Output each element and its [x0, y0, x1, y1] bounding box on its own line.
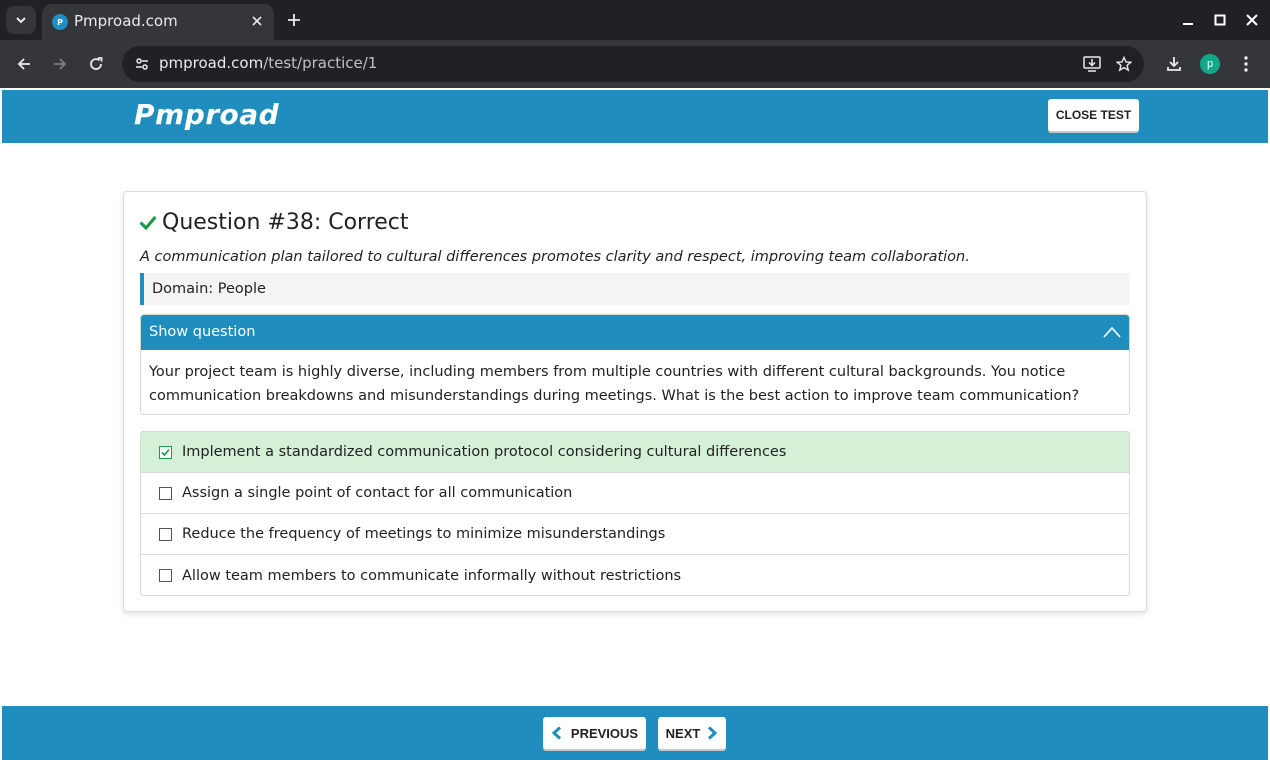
download-icon	[1167, 57, 1181, 71]
back-button[interactable]	[12, 52, 36, 76]
forward-button[interactable]	[48, 52, 72, 76]
minimize-button[interactable]	[1178, 10, 1198, 30]
url-host: pmproad.com	[159, 54, 264, 72]
arrow-left-icon	[17, 58, 30, 70]
tab-search-button[interactable]	[6, 6, 36, 34]
answer-option-1[interactable]: Implement a standardized communication p…	[141, 432, 1129, 473]
maximize-icon	[1214, 14, 1226, 26]
checkbox-icon[interactable]	[159, 486, 172, 500]
star-icon	[1116, 56, 1132, 72]
tab-title: Pmproad.com	[74, 12, 178, 30]
reload-icon	[90, 57, 103, 70]
minimize-icon	[1183, 23, 1193, 25]
previous-button[interactable]: PREVIOUS	[543, 717, 646, 749]
close-window-button[interactable]	[1242, 10, 1262, 30]
checkbox-icon[interactable]	[159, 527, 172, 541]
domain-label: Domain: People	[140, 273, 1130, 305]
page: Pmproad CLOSE TEST Question #38: Correct…	[2, 88, 1268, 760]
navigation-footer: PREVIOUS NEXT	[2, 706, 1268, 760]
chevron-left-icon	[551, 726, 561, 740]
checkmark-icon	[140, 214, 158, 232]
install-icon	[1083, 56, 1101, 72]
browser-tab[interactable]: P Pmproad.com	[42, 4, 274, 40]
question-accordion: Show question Your project team is highl…	[140, 314, 1130, 415]
reload-button[interactable]	[84, 52, 108, 76]
next-label: NEXT	[665, 725, 701, 741]
arrow-right-icon	[54, 58, 67, 70]
answer-option-4[interactable]: Allow team members to communicate inform…	[141, 555, 1129, 595]
profile-avatar[interactable]: p	[1200, 54, 1220, 74]
new-tab-button[interactable]	[284, 10, 304, 30]
answer-explanation: A communication plan tailored to cultura…	[140, 249, 970, 265]
show-question-toggle[interactable]: Show question	[141, 315, 1129, 350]
more-vertical-icon	[1244, 56, 1248, 72]
site-info-button[interactable]	[132, 54, 152, 74]
chevron-right-icon	[708, 726, 718, 740]
answer-option-3[interactable]: Reduce the frequency of meetings to mini…	[141, 514, 1129, 555]
close-tab-button[interactable]	[248, 12, 266, 30]
install-app-button[interactable]	[1082, 54, 1102, 74]
previous-label: PREVIOUS	[570, 725, 639, 741]
browser-toolbar: pmproad.com/test/practice/1 p	[0, 40, 1270, 88]
close-icon	[252, 16, 262, 26]
next-button[interactable]: NEXT	[658, 717, 726, 749]
answer-option-2[interactable]: Assign a single point of contact for all…	[141, 473, 1129, 514]
url-path: /test/practice/1	[263, 54, 378, 72]
downloads-button[interactable]	[1162, 52, 1186, 76]
favicon-icon: P	[52, 14, 68, 30]
question-result-card: Question #38: Correct A communication pl…	[123, 191, 1147, 612]
checkbox-icon[interactable]	[159, 569, 172, 582]
browser-tab-bar: P Pmproad.com	[0, 0, 1270, 40]
plus-icon	[288, 14, 300, 26]
answer-text: Allow team members to communicate inform…	[182, 567, 682, 584]
site-header: Pmproad CLOSE TEST	[2, 90, 1268, 143]
show-question-label: Show question	[149, 324, 256, 340]
answer-text: Implement a standardized communication p…	[182, 444, 787, 460]
answer-text: Assign a single point of contact for all…	[182, 485, 573, 501]
question-text: Your project team is highly diverse, inc…	[149, 364, 1080, 404]
browser-menu-button[interactable]	[1234, 52, 1258, 76]
bookmark-button[interactable]	[1114, 54, 1134, 74]
checkbox-checked-icon[interactable]	[159, 445, 172, 459]
url-text: pmproad.com/test/practice/1	[159, 54, 377, 72]
maximize-button[interactable]	[1210, 10, 1230, 30]
site-logo[interactable]: Pmproad	[134, 98, 279, 131]
address-bar[interactable]: pmproad.com/test/practice/1	[122, 46, 1144, 82]
chevron-up-icon	[1103, 326, 1121, 338]
close-test-button[interactable]: CLOSE TEST	[1048, 99, 1139, 131]
chevron-down-icon	[16, 17, 26, 24]
result-heading: Question #38: Correct	[140, 210, 409, 235]
answer-list: Implement a standardized communication p…	[140, 431, 1130, 596]
tune-icon	[136, 58, 148, 70]
answer-text: Reduce the frequency of meetings to mini…	[182, 526, 666, 542]
close-icon	[1246, 14, 1258, 26]
result-title: Question #38: Correct	[162, 210, 409, 235]
